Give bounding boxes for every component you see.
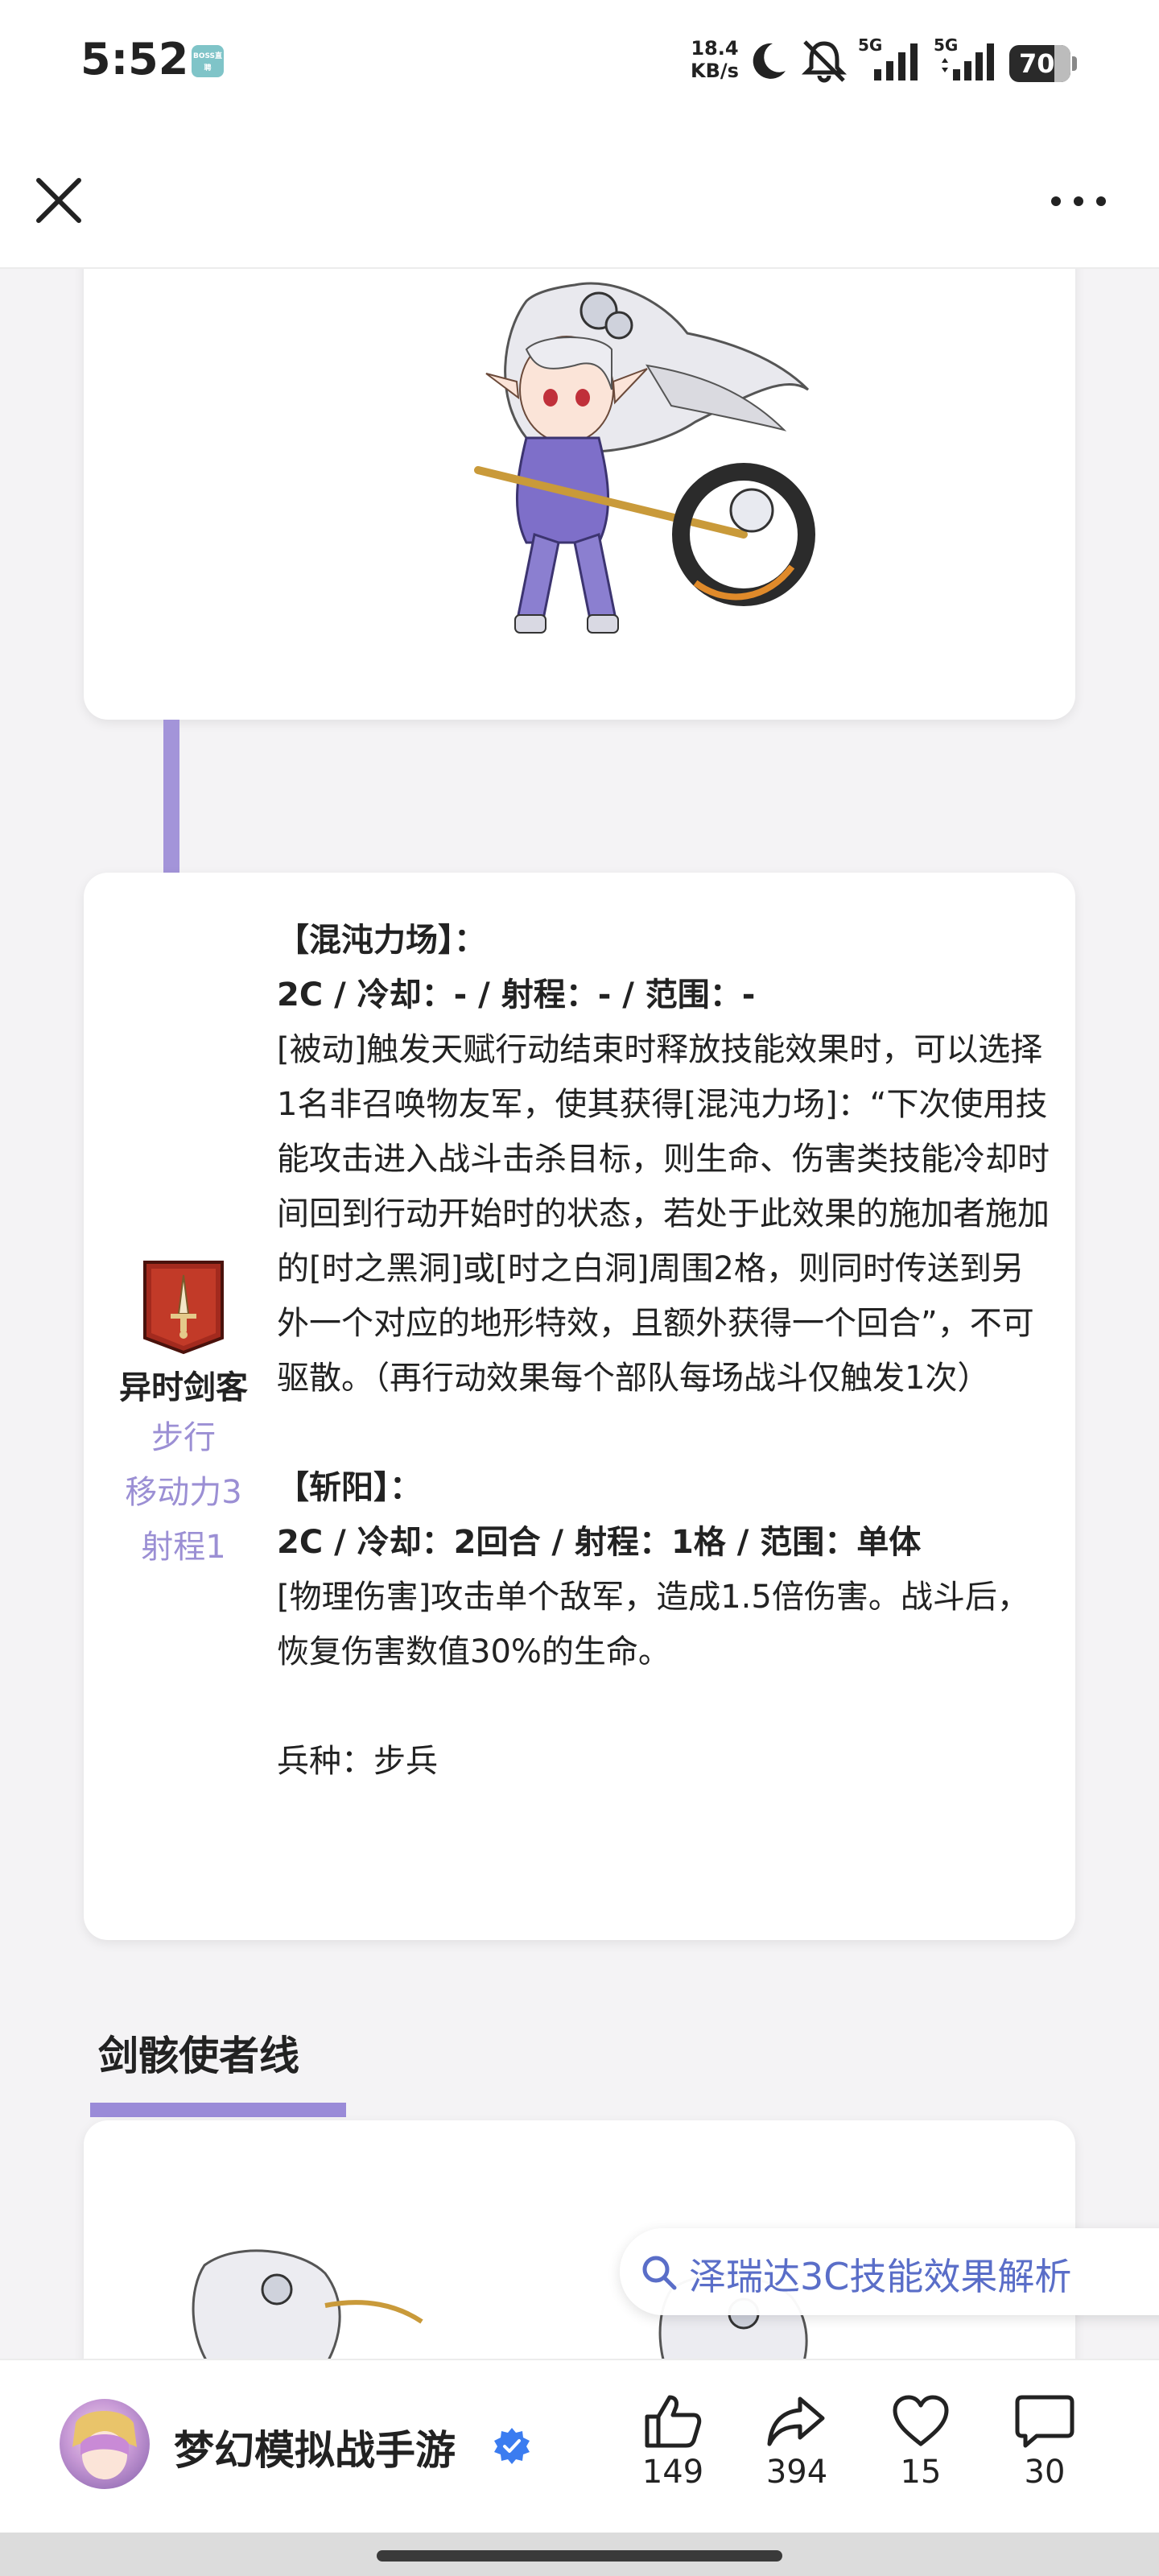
skill-title: 【混沌力场】： [277, 922, 486, 959]
comment-count: 30 [1024, 2454, 1066, 2491]
related-search-chip[interactable]: 泽瑞达3C技能效果解析 [620, 2228, 1159, 2315]
section-title: 剑骸使者线 [98, 2033, 299, 2079]
signal2-icon [942, 43, 994, 80]
author-avatar[interactable] [60, 2399, 150, 2489]
skill-title: 【斩阳】： [277, 1469, 422, 1506]
battery-level: 70 [1019, 48, 1055, 79]
author-name[interactable]: 梦幻模拟战手游 [174, 2418, 456, 2476]
app-badge-text: BOSS直聘 [192, 52, 223, 72]
network-speed: 18.4 KB/s [691, 37, 739, 82]
skill-description: [被动]触发天赋行动结束时释放技能效果时，可以选择1名非召唤物友军，使其获得[混… [277, 1031, 1050, 1397]
network-speed-unit: KB/s [691, 60, 739, 82]
unit-move-power: 移动力3 [125, 1474, 242, 1511]
comment-bubble-icon [1015, 2395, 1074, 2448]
skill-list: 【混沌力场】： 2C / 冷却：- / 射程：- / 范围：- [被动]触发天赋… [277, 913, 1050, 1789]
like-button[interactable]: 149 [625, 2392, 721, 2491]
app-notification-icon: BOSS直聘 [192, 45, 224, 77]
network-speed-value: 18.4 [691, 37, 739, 60]
troop-type: 兵种：步兵 [277, 1743, 438, 1780]
status-bar: 5:52 BOSS直聘 18.4 KB/s 5G 5G 70 [0, 0, 1159, 129]
unit-name: 异时剑客 [119, 1369, 248, 1406]
skill-block: 【混沌力场】： 2C / 冷却：- / 射程：- / 范围：- [被动]触发天赋… [277, 913, 1050, 1406]
favorite-button[interactable]: 15 [872, 2392, 969, 2491]
avatar-image [72, 2411, 137, 2479]
search-icon [642, 2256, 677, 2290]
system-nav-area [0, 2533, 1159, 2576]
comment-button[interactable]: 30 [996, 2392, 1093, 2491]
skill-stats: 2C / 冷却：2回合 / 射程：1格 / 范围：单体 [277, 1524, 922, 1561]
heart-icon [893, 2395, 949, 2446]
timeline-connector [163, 720, 179, 873]
skill-stats: 2C / 冷却：- / 射程：- / 范围：- [277, 976, 756, 1013]
share-count: 394 [765, 2454, 828, 2491]
signal1-icon [874, 43, 918, 80]
more-options-icon[interactable] [1046, 185, 1111, 217]
share-button[interactable]: 394 [749, 2392, 845, 2491]
status-time: 5:52 [80, 34, 189, 85]
like-count: 149 [641, 2454, 704, 2491]
character-illustration [192, 2249, 423, 2359]
favorite-count: 15 [900, 2454, 942, 2491]
character-illustration [474, 282, 815, 634]
mute-bell-icon [801, 40, 848, 83]
verified-badge-icon [494, 2428, 530, 2464]
character-art-card [84, 269, 1075, 720]
share-arrow-icon [767, 2396, 825, 2446]
top-nav [0, 129, 1159, 269]
article-content[interactable]: 异时剑客 步行 移动力3 射程1 【混沌力场】： 2C / 冷却：- / 射程：… [0, 269, 1159, 2359]
section-underline [90, 2103, 346, 2117]
moon-icon [753, 43, 786, 79]
related-search-text: 泽瑞达3C技能效果解析 [689, 2255, 1072, 2298]
unit-move-type: 步行 [151, 1419, 216, 1456]
skill-description: [物理伤害]攻击单个敌军，造成1.5倍伤害。战斗后，恢复伤害数值30%的生命。 [277, 1579, 1029, 1670]
sword-class-icon [143, 1261, 224, 1355]
close-icon[interactable] [32, 174, 85, 227]
home-indicator[interactable] [377, 2550, 782, 2562]
battery-indicator: 70 [1009, 45, 1077, 82]
unit-range: 射程1 [141, 1529, 226, 1566]
bottom-action-bar: 梦幻模拟战手游 149 394 15 30 [0, 2359, 1159, 2534]
thumbs-up-icon [645, 2395, 702, 2448]
unit-info: 异时剑客 步行 移动力3 射程1 [93, 1257, 274, 1575]
skill-block: 【斩阳】： 2C / 冷却：2回合 / 射程：1格 / 范围：单体 [物理伤害]… [277, 1460, 1050, 1679]
